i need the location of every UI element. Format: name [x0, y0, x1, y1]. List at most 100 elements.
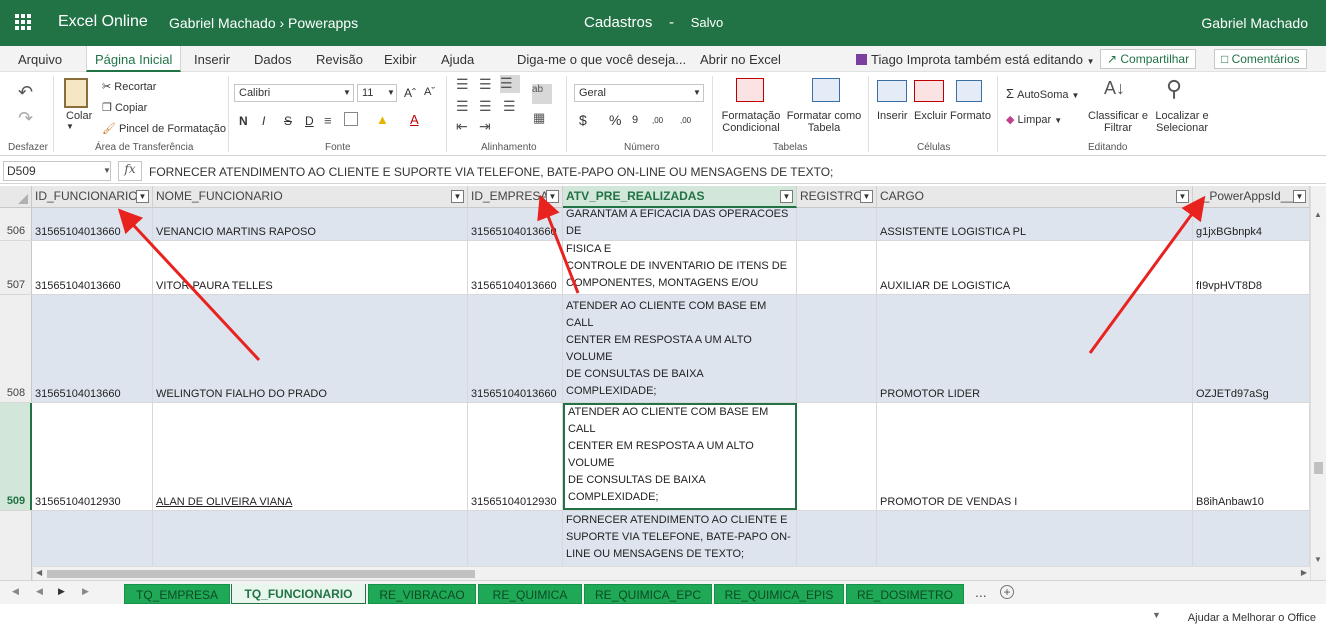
col-header-atv-pre-realizadas[interactable]: ATV_PRE_REALIZADAS ▼ — [563, 186, 797, 208]
font-color-icon[interactable]: A — [410, 112, 419, 127]
row-header[interactable]: 507 — [0, 241, 32, 294]
format-button[interactable]: Formato — [950, 110, 991, 122]
increase-decimal-icon[interactable]: ,00 — [652, 116, 663, 125]
merge-center-icon[interactable]: ▦ — [533, 110, 545, 126]
fill-color-icon[interactable]: ▲ — [376, 112, 389, 127]
cell[interactable]: g1jxBGbnpk4 — [1193, 208, 1310, 240]
magnifier-icon[interactable]: ⚲ — [1166, 76, 1182, 102]
spreadsheet-grid[interactable]: ID_FUNCIONARIO ▼ NOME_FUNCIONARIO ▼ ID_EMP… — [0, 186, 1326, 580]
open-in-excel[interactable]: Abrir no Excel — [700, 52, 781, 67]
next-sheet-icon[interactable]: ▶ — [58, 586, 65, 597]
increase-indent-icon[interactable]: ⇥ — [479, 118, 491, 135]
format-as-table-icon[interactable] — [812, 78, 840, 102]
col-header-cargo[interactable]: CARGO ▼ — [877, 186, 1193, 208]
cell[interactable]: VITOR PAURA TELLES — [153, 241, 468, 294]
shrink-font-icon[interactable]: Aˇ — [424, 86, 435, 98]
more-sheets-button[interactable]: ... — [975, 584, 987, 600]
redo-icon[interactable]: ↷ — [18, 108, 33, 129]
cell[interactable]: FORNECER ATENDIMENTO AO CLIENTE E SUPORT… — [563, 295, 797, 402]
document-name[interactable]: Cadastros — [584, 14, 652, 31]
col-header-powerappsid[interactable]: __PowerAppsId__ ▼ — [1193, 186, 1310, 208]
cut-button[interactable]: ✂ Recortar — [102, 80, 156, 93]
cell[interactable]: fI9vpHVT8D8 — [1193, 241, 1310, 294]
comments-button[interactable]: □ Comentários — [1214, 49, 1307, 69]
format-painter-button[interactable]: 🖌 Pincel de Formatação — [102, 122, 226, 135]
scroll-thumb[interactable] — [1314, 462, 1323, 474]
sort-filter-icon[interactable]: A↓ — [1104, 78, 1125, 99]
scroll-up-icon[interactable]: ▲ — [1314, 210, 1322, 219]
delete-cells-icon[interactable] — [914, 80, 944, 102]
font-name-select[interactable]: Calibri — [234, 84, 354, 102]
borders-icon[interactable] — [344, 112, 358, 126]
vertical-scrollbar[interactable]: ▲ ▼ — [1310, 186, 1326, 580]
chevron-down-icon[interactable]: ▼ — [1152, 610, 1161, 620]
prev-sheet-icon[interactable]: ◀ — [36, 586, 43, 597]
cell[interactable]: 31565104013660 — [468, 241, 563, 294]
strikethrough-button[interactable]: S — [284, 114, 292, 128]
filter-dropdown-icon[interactable]: ▼ — [136, 190, 149, 203]
cell[interactable]: 31565104012930 — [468, 403, 563, 510]
name-box[interactable]: D509 — [3, 161, 111, 181]
wrap-text-icon[interactable]: ab — [532, 84, 552, 104]
cell[interactable]: B8ihAnbaw10 — [1193, 403, 1310, 510]
grow-font-icon[interactable]: Aˆ — [404, 86, 416, 100]
tab-revisao[interactable]: Revisão — [316, 52, 363, 67]
decrease-decimal-icon[interactable]: ,00 — [680, 116, 691, 125]
decrease-indent-icon[interactable]: ⇤ — [456, 118, 468, 135]
active-cell[interactable]: FORNECER ATENDIMENTO AO CLIENTE E SUPORT… — [563, 403, 797, 510]
user-name[interactable]: Gabriel Machado — [1201, 15, 1308, 31]
insert-button[interactable]: Inserir — [877, 110, 908, 122]
col-header-id-funcionario[interactable]: ID_FUNCIONARIO ▼ — [32, 186, 153, 208]
scroll-right-icon[interactable]: ▶ — [1301, 568, 1307, 577]
cell[interactable]: WELINGTON FIALHO DO PRADO — [153, 295, 468, 402]
sheet-tab-re-vibracao[interactable]: RE_VIBRACAO — [368, 584, 476, 604]
tab-exibir[interactable]: Exibir — [384, 52, 417, 67]
tab-inserir[interactable]: Inserir — [194, 52, 230, 67]
align-center-icon[interactable]: ☰ — [479, 98, 492, 115]
col-header-id-empresa[interactable]: ID_EMPRESA ▼ — [468, 186, 563, 208]
cell[interactable] — [797, 403, 877, 510]
share-button[interactable]: ↗ Compartilhar — [1100, 49, 1197, 69]
tab-pagina-inicial[interactable]: Página Inicial — [86, 46, 182, 72]
clear-button[interactable]: ◆ Limpar ▼ — [1006, 113, 1062, 126]
conditional-format-icon[interactable] — [736, 78, 764, 102]
cell[interactable]: 31565104012930 — [32, 403, 153, 510]
format-as-table-button[interactable]: Formatar como Tabela — [786, 110, 862, 134]
align-middle-icon[interactable]: ☰ — [479, 76, 492, 93]
autosum-button[interactable]: Σ AutoSoma ▼ — [1006, 86, 1079, 101]
coauthor-indicator[interactable]: Tiago Improta também está editando ▼ — [856, 52, 1095, 67]
row-header[interactable] — [0, 511, 32, 580]
select-all-corner[interactable] — [0, 186, 32, 208]
cell[interactable]: ASSISTENTE LOGISTICA PL — [877, 208, 1193, 240]
italic-button[interactable]: I — [262, 114, 265, 128]
cell[interactable]: VENANCIO MARTINS RAPOSO — [153, 208, 468, 240]
app-launcher-icon[interactable] — [15, 14, 31, 30]
filter-dropdown-icon[interactable]: ▼ — [780, 190, 793, 203]
cell[interactable]: PROMOTOR DE VENDAS I — [877, 403, 1193, 510]
sheet-tab-re-quimica-epis[interactable]: RE_QUIMICA_EPIS — [714, 584, 844, 604]
col-header-nome-funcionario[interactable]: NOME_FUNCIONARIO ▼ — [153, 186, 468, 208]
col-header-registro[interactable]: REGISTRO ▼ — [797, 186, 877, 208]
sheet-tab-re-quimica[interactable]: RE_QUIMICA — [478, 584, 582, 604]
percent-icon[interactable]: % — [609, 112, 621, 128]
conditional-format-button[interactable]: Formatação Condicional — [720, 110, 782, 134]
tab-arquivo[interactable]: Arquivo — [18, 52, 62, 67]
number-format-select[interactable]: Geral — [574, 84, 704, 102]
sheet-tab-re-dosimetro[interactable]: RE_DOSIMETRO — [846, 584, 964, 604]
comma-style-icon[interactable]: 9 — [632, 114, 638, 126]
copy-button[interactable]: ❐ Copiar — [102, 101, 147, 114]
cell[interactable]: SER RESPONSAVEL PELA CUSTODIA FISICA E C… — [563, 241, 797, 294]
tell-me-search[interactable]: Diga-me o que você deseja... — [517, 52, 686, 67]
sheet-tab-tq-funcionario[interactable]: TQ_FUNCIONARIO — [231, 584, 366, 604]
cell[interactable]: PROMOTOR LIDER — [877, 295, 1193, 402]
bold-button[interactable]: N — [239, 114, 248, 128]
format-cells-icon[interactable] — [956, 80, 982, 102]
filter-dropdown-icon[interactable]: ▼ — [546, 190, 559, 203]
row-header[interactable]: 508 — [0, 295, 32, 402]
align-left-icon[interactable]: ☰ — [456, 98, 469, 115]
help-improve-link[interactable]: Ajudar a Melhorar o Office — [1188, 612, 1316, 624]
cell[interactable]: 31565104013660 — [468, 208, 563, 240]
cell[interactable]: 31565104013660 — [32, 208, 153, 240]
cell[interactable]: AUXILIAR DE LOGISTICA — [877, 241, 1193, 294]
cell[interactable] — [797, 241, 877, 294]
